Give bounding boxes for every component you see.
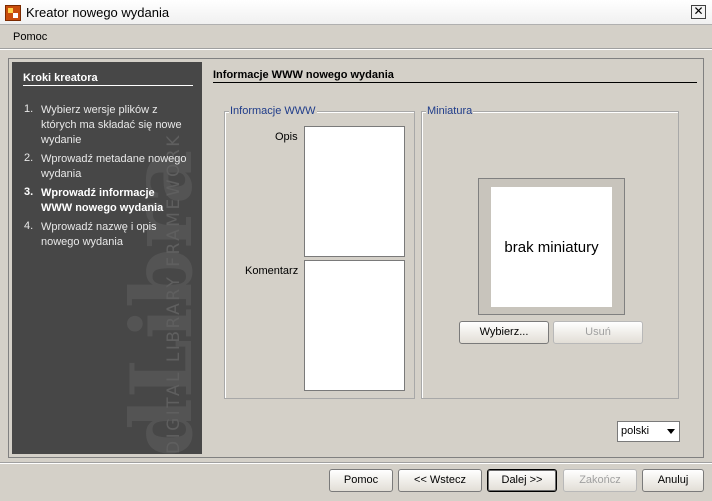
thumbnail-placeholder: brak miniatury bbox=[491, 187, 612, 307]
step-4-text: Wprowadź nazwę i opis nowego wydania bbox=[41, 221, 157, 248]
next-button[interactable]: Dalej >> bbox=[487, 469, 557, 492]
steps-panel: dLibra DIGITAL LIBRARY FRAMEWORK Kroki k… bbox=[12, 62, 202, 454]
step-2-text: Wprowadź metadane nowego wydania bbox=[41, 153, 187, 180]
thumbnail-group-label: Miniatura bbox=[426, 105, 474, 117]
remove-thumbnail-button[interactable]: Usuń bbox=[553, 321, 643, 344]
step-3-text-current: Wprowadź informacje WWW nowego wydania bbox=[41, 187, 164, 214]
step-3-number: 3. bbox=[24, 186, 34, 198]
footer-divider bbox=[0, 462, 712, 463]
step-2-number: 2. bbox=[24, 152, 34, 164]
cancel-button[interactable]: Anuluj bbox=[642, 469, 704, 492]
opis-textarea[interactable] bbox=[304, 126, 405, 257]
language-selected-value: polski bbox=[621, 425, 650, 437]
back-button[interactable]: << Wstecz bbox=[398, 469, 482, 492]
finish-button[interactable]: Zakończ bbox=[563, 469, 637, 492]
step-4-number: 4. bbox=[24, 220, 34, 232]
title-bar: Kreator nowego wydania ✕ bbox=[0, 0, 712, 25]
komentarz-textarea[interactable] bbox=[304, 260, 405, 391]
www-info-group: Informacje WWW Opis Komentarz bbox=[224, 105, 415, 399]
wizard-content: dLibra DIGITAL LIBRARY FRAMEWORK Kroki k… bbox=[8, 58, 704, 458]
page-title: Informacje WWW nowego wydania bbox=[213, 69, 697, 83]
menu-bar: Pomoc bbox=[0, 26, 712, 49]
menu-item-pomoc[interactable]: Pomoc bbox=[13, 31, 47, 43]
www-info-group-label: Informacje WWW bbox=[229, 105, 317, 117]
close-button[interactable]: ✕ bbox=[691, 5, 706, 19]
steps-title: Kroki kreatora bbox=[23, 72, 193, 86]
opis-label: Opis bbox=[275, 131, 298, 143]
thumbnail-group: Miniatura brak miniatury Wybierz... Usuń bbox=[421, 105, 679, 399]
language-select[interactable]: polski bbox=[617, 421, 680, 442]
komentarz-label: Komentarz bbox=[245, 265, 299, 277]
chevron-down-icon bbox=[667, 429, 675, 434]
app-icon bbox=[5, 5, 21, 21]
window-title: Kreator nowego wydania bbox=[26, 5, 170, 20]
step-1-number: 1. bbox=[24, 103, 34, 115]
choose-thumbnail-button[interactable]: Wybierz... bbox=[459, 321, 549, 344]
help-button[interactable]: Pomoc bbox=[329, 469, 393, 492]
thumbnail-frame: brak miniatury bbox=[478, 178, 625, 315]
step-1-text: Wybierz wersje plików z których ma skład… bbox=[41, 104, 182, 146]
